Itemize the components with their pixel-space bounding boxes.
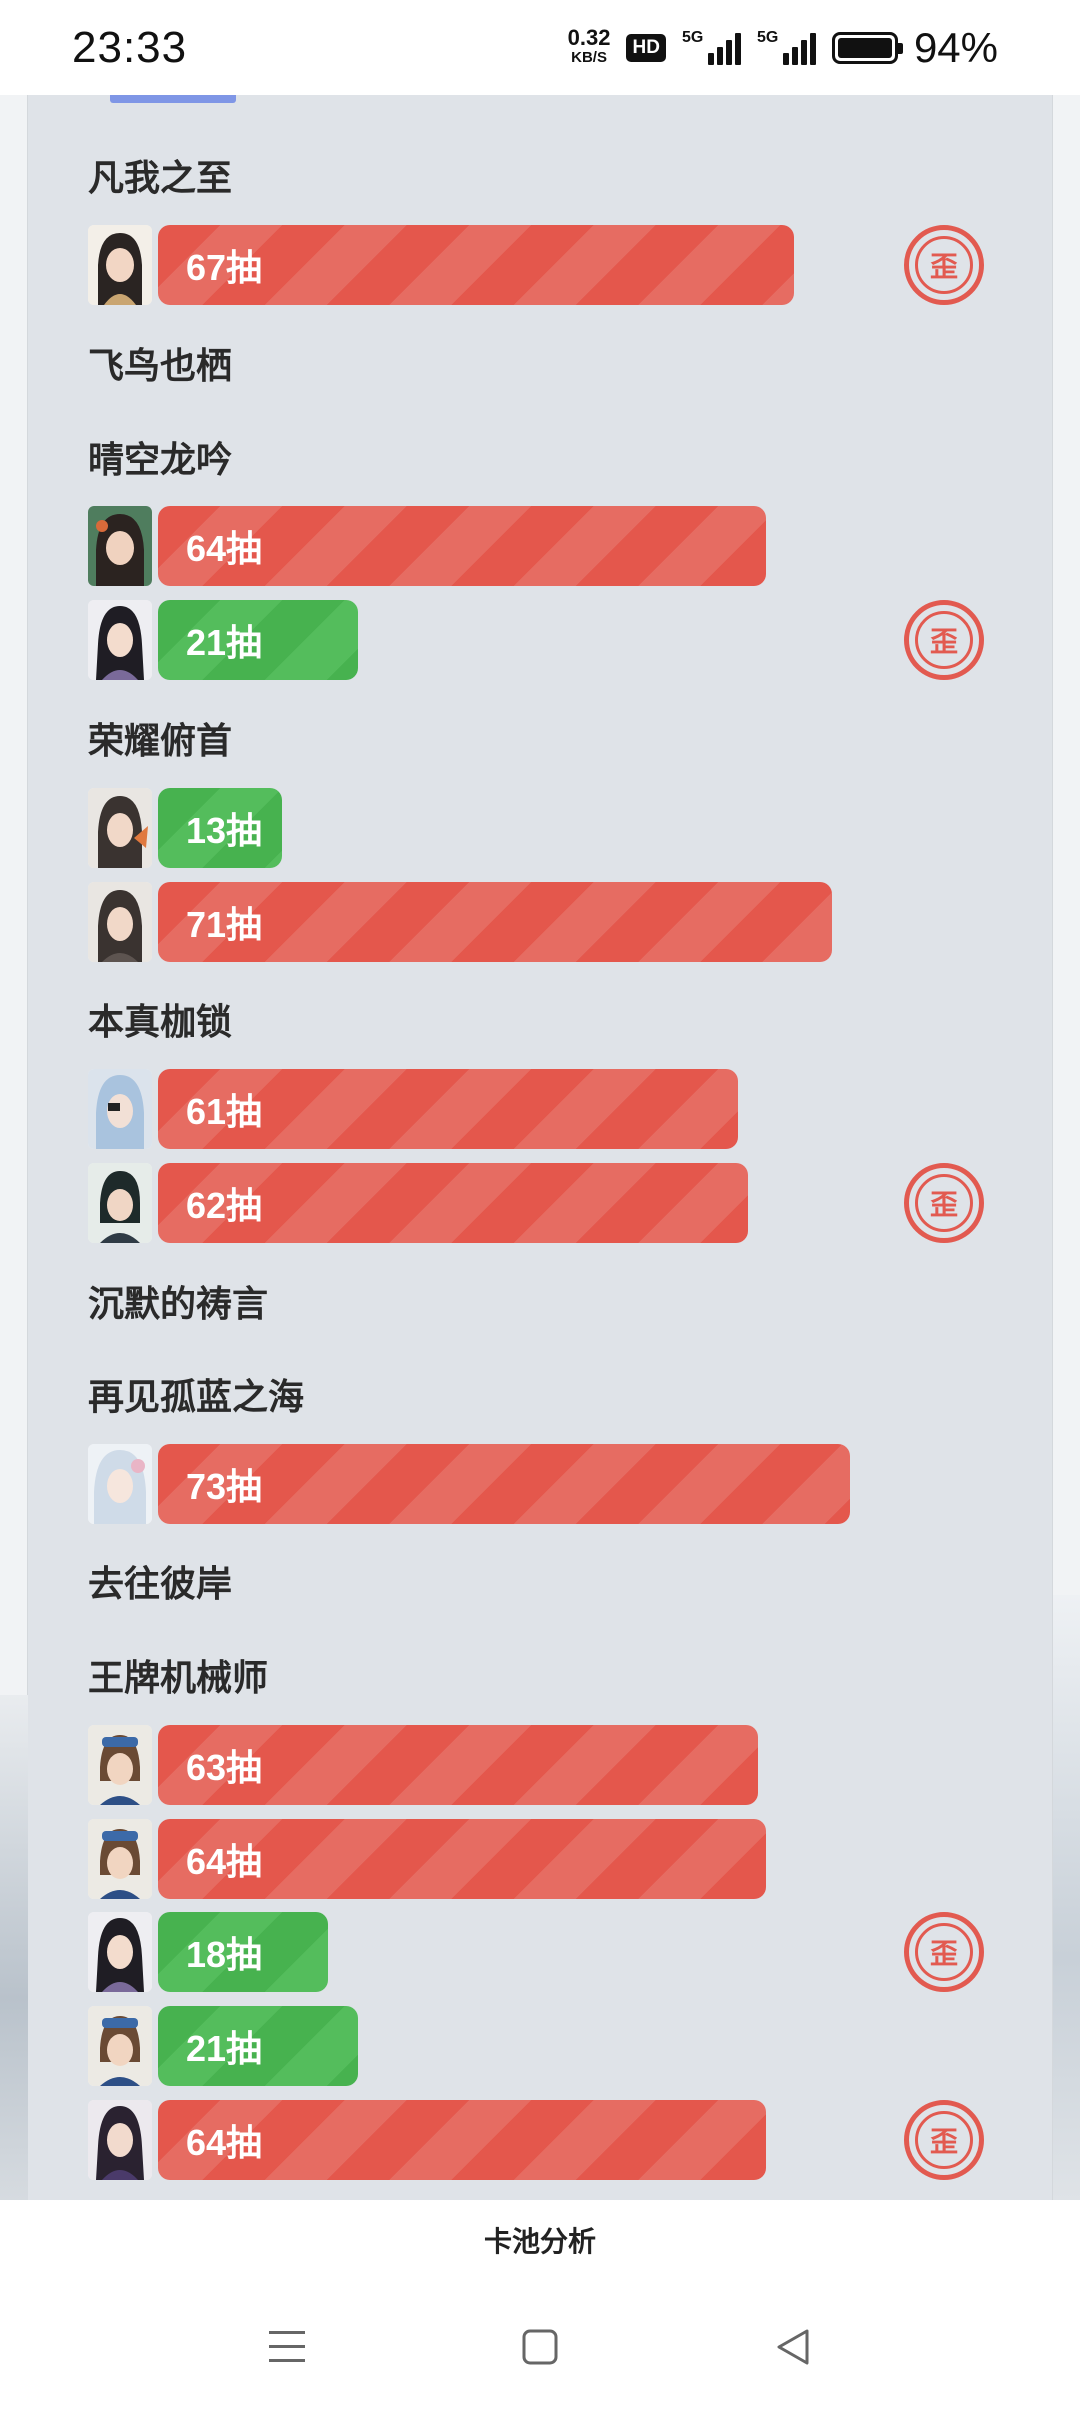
pool-title: 去往彼岸 (88, 1563, 233, 1604)
waii-stamp: 歪 (904, 225, 984, 305)
network-speed-unit: KB/S (571, 48, 607, 66)
character-avatar (88, 788, 152, 868)
pool-title: 凡我之至 (88, 157, 233, 198)
waii-stamp: 歪 (904, 1163, 984, 1243)
bottom-tab-label: 卡池分析 (483, 2226, 596, 2257)
pool-title: 本真枷锁 (88, 1001, 233, 1042)
character-avatar (88, 600, 152, 680)
character-avatar (88, 225, 152, 305)
pull-count-bar: 64抽 (158, 2100, 766, 2180)
home-square-icon[interactable] (510, 2317, 570, 2377)
network-speed: 0.32 KB/S (567, 24, 611, 68)
menu-icon[interactable] (257, 2317, 317, 2377)
waii-stamp: 歪 (904, 1912, 984, 1992)
pull-row: 21抽 (88, 2006, 358, 2086)
pull-row: 62抽 (88, 1163, 748, 1243)
pull-count-bar: 21抽 (158, 600, 358, 680)
signal-sim1-label: 5G (681, 28, 704, 46)
pull-count-bar: 71抽 (158, 882, 832, 962)
system-nav-bar (0, 2280, 1080, 2414)
character-avatar (88, 1163, 152, 1243)
pool-title: 沉默的祷言 (88, 1283, 269, 1324)
pull-count-bar: 13抽 (158, 788, 282, 868)
status-time: 23:33 (72, 22, 188, 72)
pool-history-panel[interactable]: 凡我之至 67抽 歪 飞鸟也栖 晴空龙吟 64抽 21抽 歪 荣耀俯首 13抽 … (28, 95, 1052, 2200)
pull-row: 73抽 (88, 1444, 850, 1524)
pull-row: 67抽 (88, 225, 794, 305)
character-avatar (88, 2006, 152, 2086)
character-avatar (88, 882, 152, 962)
character-avatar (88, 1725, 152, 1805)
signal-sim2-label: 5G (756, 28, 779, 46)
pull-count-bar: 64抽 (158, 1819, 766, 1899)
pull-row: 64抽 (88, 506, 766, 586)
background-left (0, 95, 28, 2200)
pull-row: 71抽 (88, 882, 832, 962)
pull-row: 18抽 (88, 1912, 328, 1992)
network-speed-value: 0.32 (567, 24, 611, 50)
pool-title: 王牌机械师 (88, 1657, 269, 1698)
character-avatar (88, 1069, 152, 1149)
pull-count-bar: 21抽 (158, 2006, 358, 2086)
pull-count-bar: 18抽 (158, 1912, 328, 1992)
pull-count-bar: 61抽 (158, 1069, 738, 1149)
hd-icon: HD (626, 33, 666, 62)
pull-row: 64抽 (88, 1819, 766, 1899)
pull-row: 13抽 (88, 788, 282, 868)
status-icons: 0.32 KB/S HD 5G 5G 94% (568, 24, 998, 72)
background-right (1052, 95, 1080, 2200)
back-triangle-icon[interactable] (763, 2317, 823, 2377)
pull-count-bar: 64抽 (158, 506, 766, 586)
signal-sim2-icon: 5G (756, 28, 816, 65)
pull-row: 21抽 (88, 600, 358, 680)
pull-count-bar: 73抽 (158, 1444, 850, 1524)
pool-title: 荣耀俯首 (88, 720, 233, 761)
battery-icon (831, 31, 903, 64)
character-avatar (88, 1444, 152, 1524)
pull-row: 64抽 (88, 2100, 766, 2180)
character-avatar (88, 2100, 152, 2180)
signal-sim1-icon: 5G (681, 28, 741, 65)
pull-row: 63抽 (88, 1725, 758, 1805)
pull-count-bar: 67抽 (158, 225, 794, 305)
character-avatar (88, 1912, 152, 1992)
status-bar: 23:33 0.32 KB/S HD 5G 5G 94% (0, 0, 1080, 95)
character-avatar (88, 1819, 152, 1899)
pool-title: 再见孤蓝之海 (88, 1376, 305, 1417)
bottom-tab-pool-analysis[interactable]: 卡池分析 (0, 2200, 1080, 2280)
pull-count-bar: 62抽 (158, 1163, 748, 1243)
pull-count-bar: 63抽 (158, 1725, 758, 1805)
waii-stamp: 歪 (904, 600, 984, 680)
battery-percent: 94% (913, 23, 998, 71)
tab-indicator (110, 95, 236, 103)
pull-row: 61抽 (88, 1069, 738, 1149)
character-avatar (88, 506, 152, 586)
pool-title: 晴空龙吟 (88, 439, 233, 480)
waii-stamp: 歪 (904, 2100, 984, 2180)
pool-title: 飞鸟也栖 (88, 345, 233, 386)
